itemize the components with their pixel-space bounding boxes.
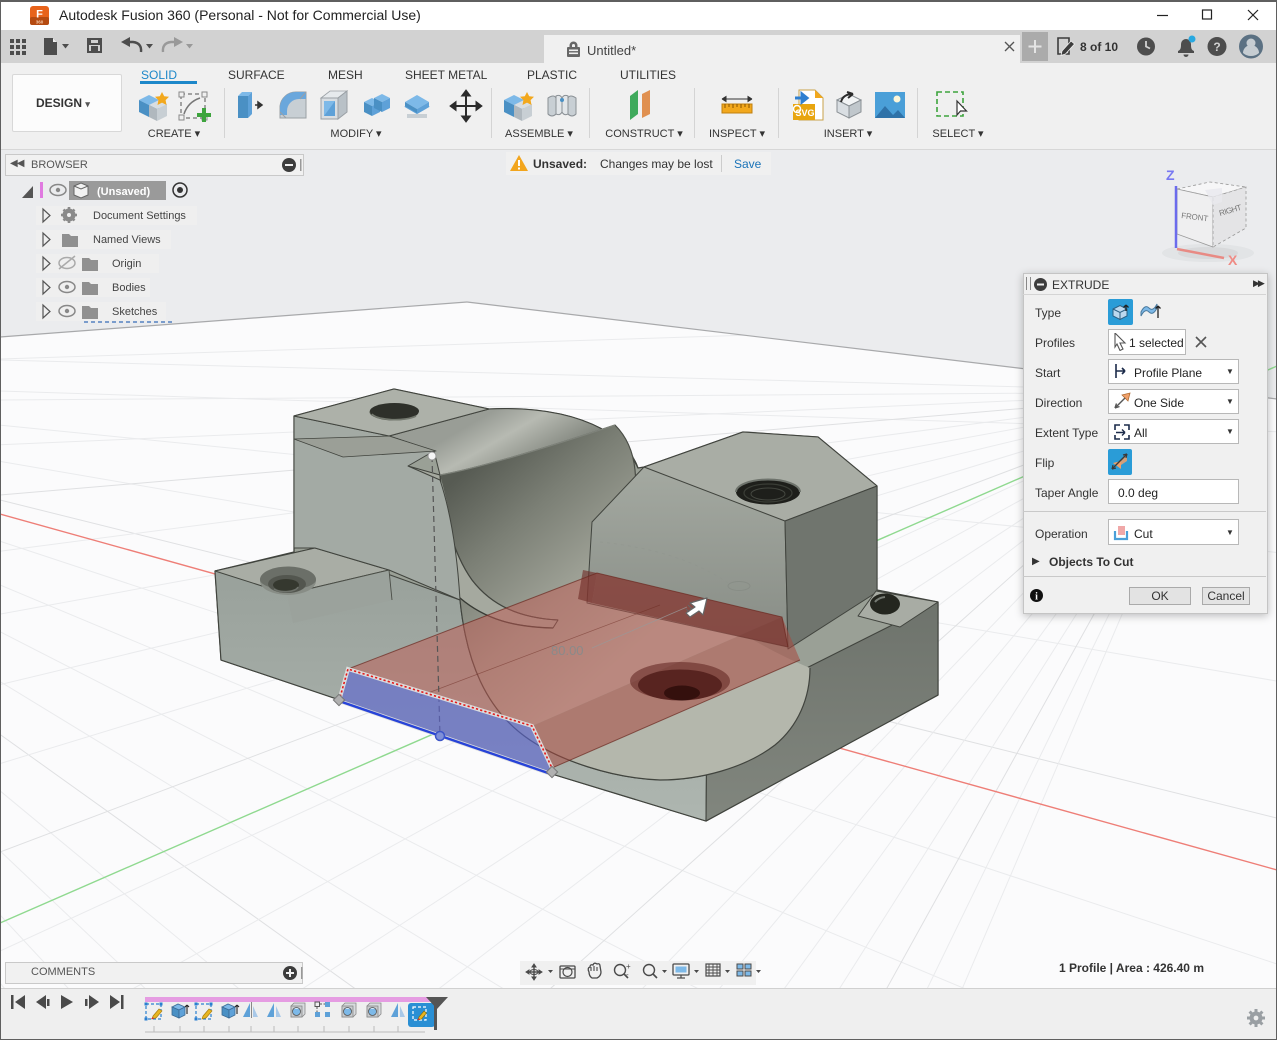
svg-text:Bodies: Bodies bbox=[112, 282, 146, 294]
svg-text:i: i bbox=[1035, 592, 1038, 603]
svg-text:X: X bbox=[1228, 252, 1238, 268]
svg-text:?: ? bbox=[1213, 40, 1220, 54]
svg-text:360: 360 bbox=[36, 20, 44, 25]
svg-text:Named Views: Named Views bbox=[93, 234, 161, 246]
svg-text:80.00: 80.00 bbox=[551, 643, 584, 658]
svg-text:(Unsaved): (Unsaved) bbox=[97, 186, 151, 198]
svg-text:Origin: Origin bbox=[112, 258, 141, 270]
svg-text:-: - bbox=[626, 970, 629, 979]
svg-text:8 of 10: 8 of 10 bbox=[1080, 40, 1118, 54]
svg-text:Document Settings: Document Settings bbox=[93, 210, 186, 222]
svg-text:Z: Z bbox=[1166, 167, 1175, 183]
svg-text:Untitled*: Untitled* bbox=[587, 43, 636, 58]
svg-text:Sketches: Sketches bbox=[112, 306, 158, 318]
